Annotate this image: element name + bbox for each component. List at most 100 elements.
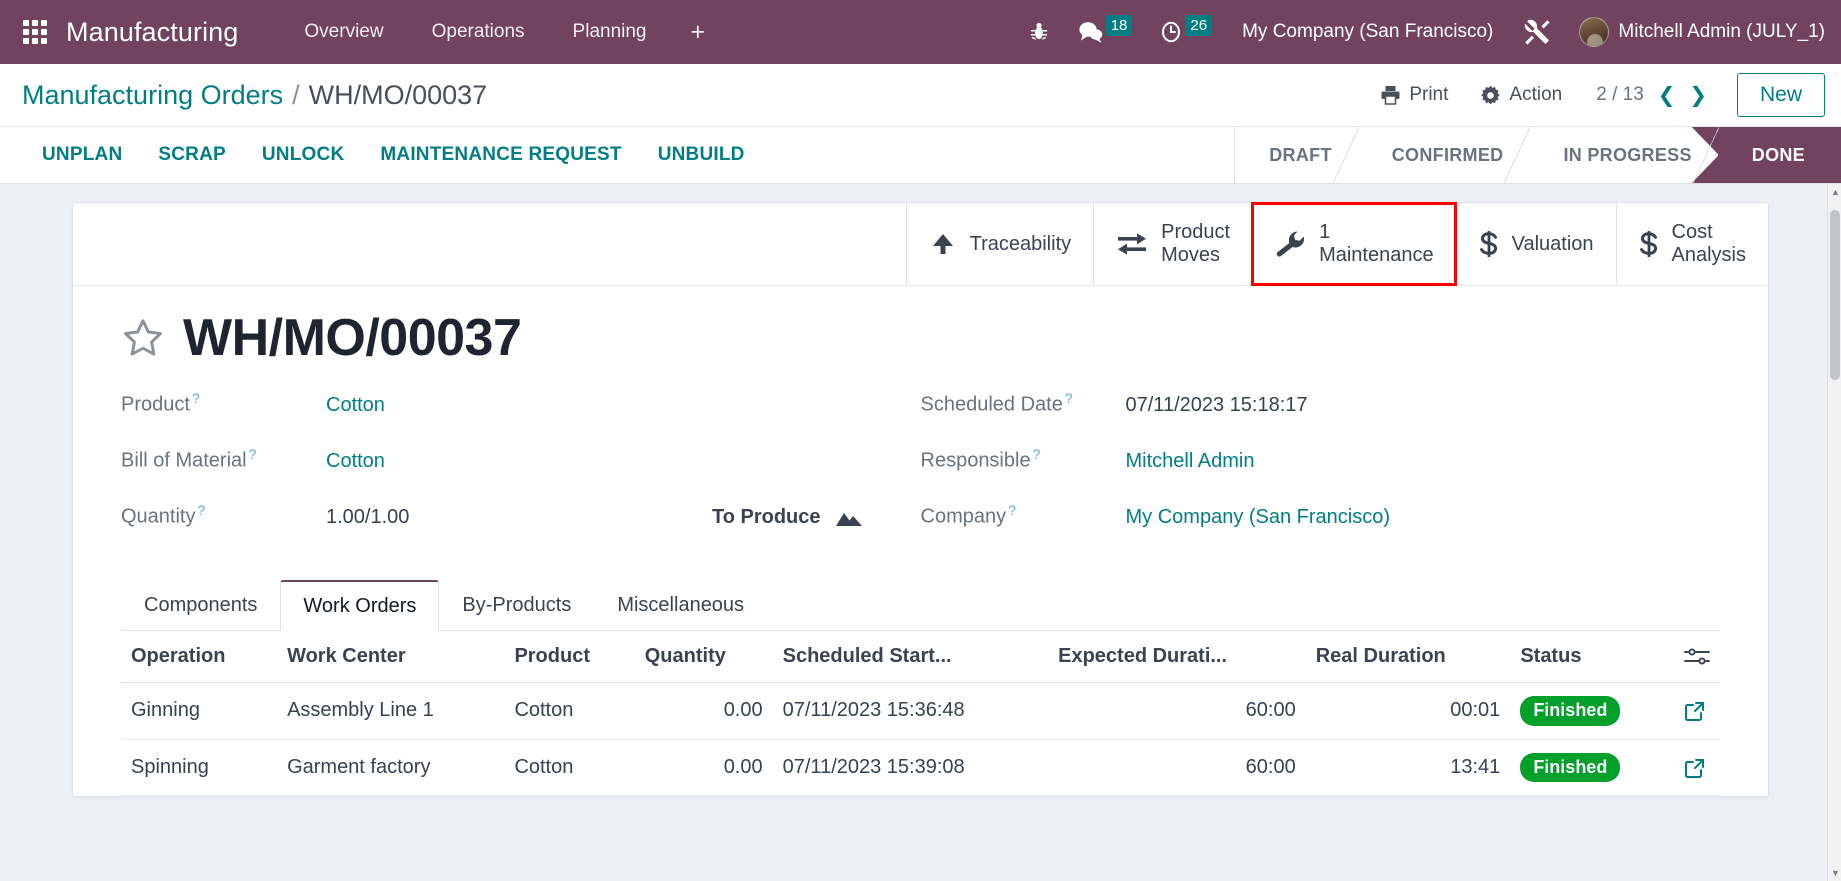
cell-expected-duration[interactable]: 60:00 <box>1048 682 1306 740</box>
column-operation[interactable]: Operation <box>121 631 278 683</box>
app-brand-name[interactable]: Manufacturing <box>66 17 238 48</box>
tab-miscellaneous[interactable]: Miscellaneous <box>594 580 767 631</box>
cell-status: Finished <box>1510 682 1674 740</box>
form-body: WH/MO/00037 Product? Cotton Bill of Mate… <box>73 286 1768 558</box>
pager-next-button[interactable]: ❯ <box>1689 85 1707 106</box>
mountains-icon[interactable] <box>835 506 863 528</box>
cell-status: Finished <box>1510 739 1674 797</box>
menu-item-overview[interactable]: Overview <box>280 13 407 51</box>
cell-operation[interactable]: Spinning <box>121 739 278 797</box>
star-icon[interactable] <box>121 316 165 360</box>
cell-product[interactable]: Cotton <box>504 682 635 740</box>
cell-scheduled-start[interactable]: 07/11/2023 15:39:08 <box>772 739 1049 797</box>
cell-quantity[interactable]: 0.00 <box>634 739 773 797</box>
column-scheduled-start[interactable]: Scheduled Start... <box>772 631 1049 683</box>
external-link-icon[interactable] <box>1684 757 1710 779</box>
apps-menu-button[interactable] <box>14 20 56 44</box>
smart-button-label: Traceability <box>969 232 1072 255</box>
column-quantity[interactable]: Quantity <box>634 631 773 683</box>
to-produce-widget: To Produce <box>712 506 921 529</box>
column-real-duration[interactable]: Real Duration <box>1305 631 1511 683</box>
field-product: Product? Cotton <box>121 390 921 446</box>
user-menu-button[interactable]: Mitchell Admin (JULY_1) <box>1565 17 1825 47</box>
help-marker[interactable]: ? <box>1008 502 1016 518</box>
field-label: Bill of Material? <box>121 446 257 472</box>
status-stage-draft[interactable]: DRAFT <box>1234 127 1359 183</box>
field-value-responsible[interactable]: Mitchell Admin <box>1126 450 1255 473</box>
pager-previous-button[interactable]: ❮ <box>1658 85 1676 106</box>
field-label: Quantity? <box>121 502 206 528</box>
cell-open-record[interactable] <box>1674 682 1720 740</box>
field-value-scheduled-date[interactable]: 07/11/2023 15:18:17 <box>1126 394 1308 417</box>
unlock-button[interactable]: UNLOCK <box>244 138 362 172</box>
help-marker[interactable]: ? <box>1065 390 1073 406</box>
scrollbar-thumb[interactable] <box>1830 210 1840 380</box>
navbar-systray: 18 26 My Company (San Francisco) Mitchel… <box>1015 14 1841 50</box>
help-marker[interactable]: ? <box>249 446 257 462</box>
tab-components[interactable]: Components <box>121 580 280 631</box>
status-stage-done[interactable]: DONE <box>1717 127 1841 183</box>
avatar <box>1579 17 1610 47</box>
table-row[interactable]: Spinning Garment factory Cotton 0.00 07/… <box>121 739 1720 797</box>
help-marker[interactable]: ? <box>197 502 205 518</box>
breadcrumb-root-link[interactable]: Manufacturing Orders <box>22 80 283 111</box>
maintenance-count: 1 <box>1319 221 1331 243</box>
smart-button-cost-analysis[interactable]: Cost Analysis <box>1615 203 1768 285</box>
column-product[interactable]: Product <box>504 631 635 683</box>
status-stage-in-progress[interactable]: IN PROGRESS <box>1529 127 1720 183</box>
field-value-product[interactable]: Cotton <box>326 394 385 417</box>
column-status[interactable]: Status <box>1510 631 1674 683</box>
notebook: Components Work Orders By-Products Misce… <box>73 580 1768 797</box>
scroll-down-arrow[interactable]: ▼ <box>1831 868 1840 878</box>
company-switcher[interactable]: My Company (San Francisco) <box>1226 21 1509 43</box>
smart-button-maintenance[interactable]: 1 Maintenance <box>1251 202 1457 286</box>
smart-button-valuation[interactable]: Valuation <box>1455 203 1616 285</box>
cell-real-duration[interactable]: 00:01 <box>1305 682 1511 740</box>
new-button[interactable]: New <box>1736 73 1825 117</box>
optional-columns-dropdown[interactable] <box>1674 631 1720 683</box>
scroll-up-arrow[interactable]: ▲ <box>1831 187 1840 197</box>
print-label: Print <box>1409 84 1449 105</box>
field-value-quantity[interactable]: 1.00/1.00 <box>326 506 409 529</box>
add-menu-button[interactable]: + <box>671 16 726 49</box>
cell-work-center[interactable]: Assembly Line 1 <box>277 682 505 740</box>
maintenance-request-button[interactable]: MAINTENANCE REQUEST <box>362 138 639 172</box>
tab-work-orders[interactable]: Work Orders <box>280 580 440 631</box>
cell-open-record[interactable] <box>1674 739 1720 797</box>
cell-work-center[interactable]: Garment factory <box>277 739 505 797</box>
smart-button-product-moves[interactable]: Product Moves <box>1093 203 1253 285</box>
cell-product[interactable]: Cotton <box>504 739 635 797</box>
field-value-company[interactable]: My Company (San Francisco) <box>1126 506 1391 529</box>
tab-by-products[interactable]: By-Products <box>439 580 594 631</box>
smart-button-traceability[interactable]: Traceability <box>905 203 1094 285</box>
cell-real-duration[interactable]: 13:41 <box>1305 739 1511 797</box>
column-work-center[interactable]: Work Center <box>277 631 505 683</box>
messages-button[interactable]: 18 <box>1063 14 1147 50</box>
menu-item-planning[interactable]: Planning <box>549 13 671 51</box>
activities-button[interactable]: 26 <box>1146 14 1226 50</box>
gear-icon <box>1480 85 1501 106</box>
debug-menu-button[interactable] <box>1015 21 1063 43</box>
status-stage-confirmed[interactable]: CONFIRMED <box>1357 127 1531 183</box>
field-label: Scheduled Date? <box>920 390 1073 416</box>
unplan-button[interactable]: UNPLAN <box>24 138 140 172</box>
scrap-button[interactable]: SCRAP <box>140 138 244 172</box>
cell-expected-duration[interactable]: 60:00 <box>1048 739 1306 797</box>
tools-button[interactable] <box>1509 18 1565 46</box>
cell-quantity[interactable]: 0.00 <box>634 682 773 740</box>
menu-item-operations[interactable]: Operations <box>408 13 549 51</box>
field-value-bill-of-material[interactable]: Cotton <box>326 450 385 473</box>
cell-scheduled-start[interactable]: 07/11/2023 15:36:48 <box>772 682 1049 740</box>
column-expected-duration[interactable]: Expected Durati... <box>1048 631 1306 683</box>
field-company: Company? My Company (San Francisco) <box>921 502 1721 558</box>
table-row[interactable]: Ginning Assembly Line 1 Cotton 0.00 07/1… <box>121 682 1720 740</box>
external-link-icon[interactable] <box>1684 700 1710 722</box>
print-button[interactable]: Print <box>1364 78 1464 112</box>
unbuild-button[interactable]: UNBUILD <box>640 138 763 172</box>
vertical-scrollbar[interactable]: ▲ ▼ <box>1827 184 1841 881</box>
table-body: Ginning Assembly Line 1 Cotton 0.00 07/1… <box>121 682 1720 797</box>
help-marker[interactable]: ? <box>1033 446 1041 462</box>
cell-operation[interactable]: Ginning <box>121 682 278 740</box>
help-marker[interactable]: ? <box>192 390 200 406</box>
action-button[interactable]: Action <box>1464 78 1578 112</box>
